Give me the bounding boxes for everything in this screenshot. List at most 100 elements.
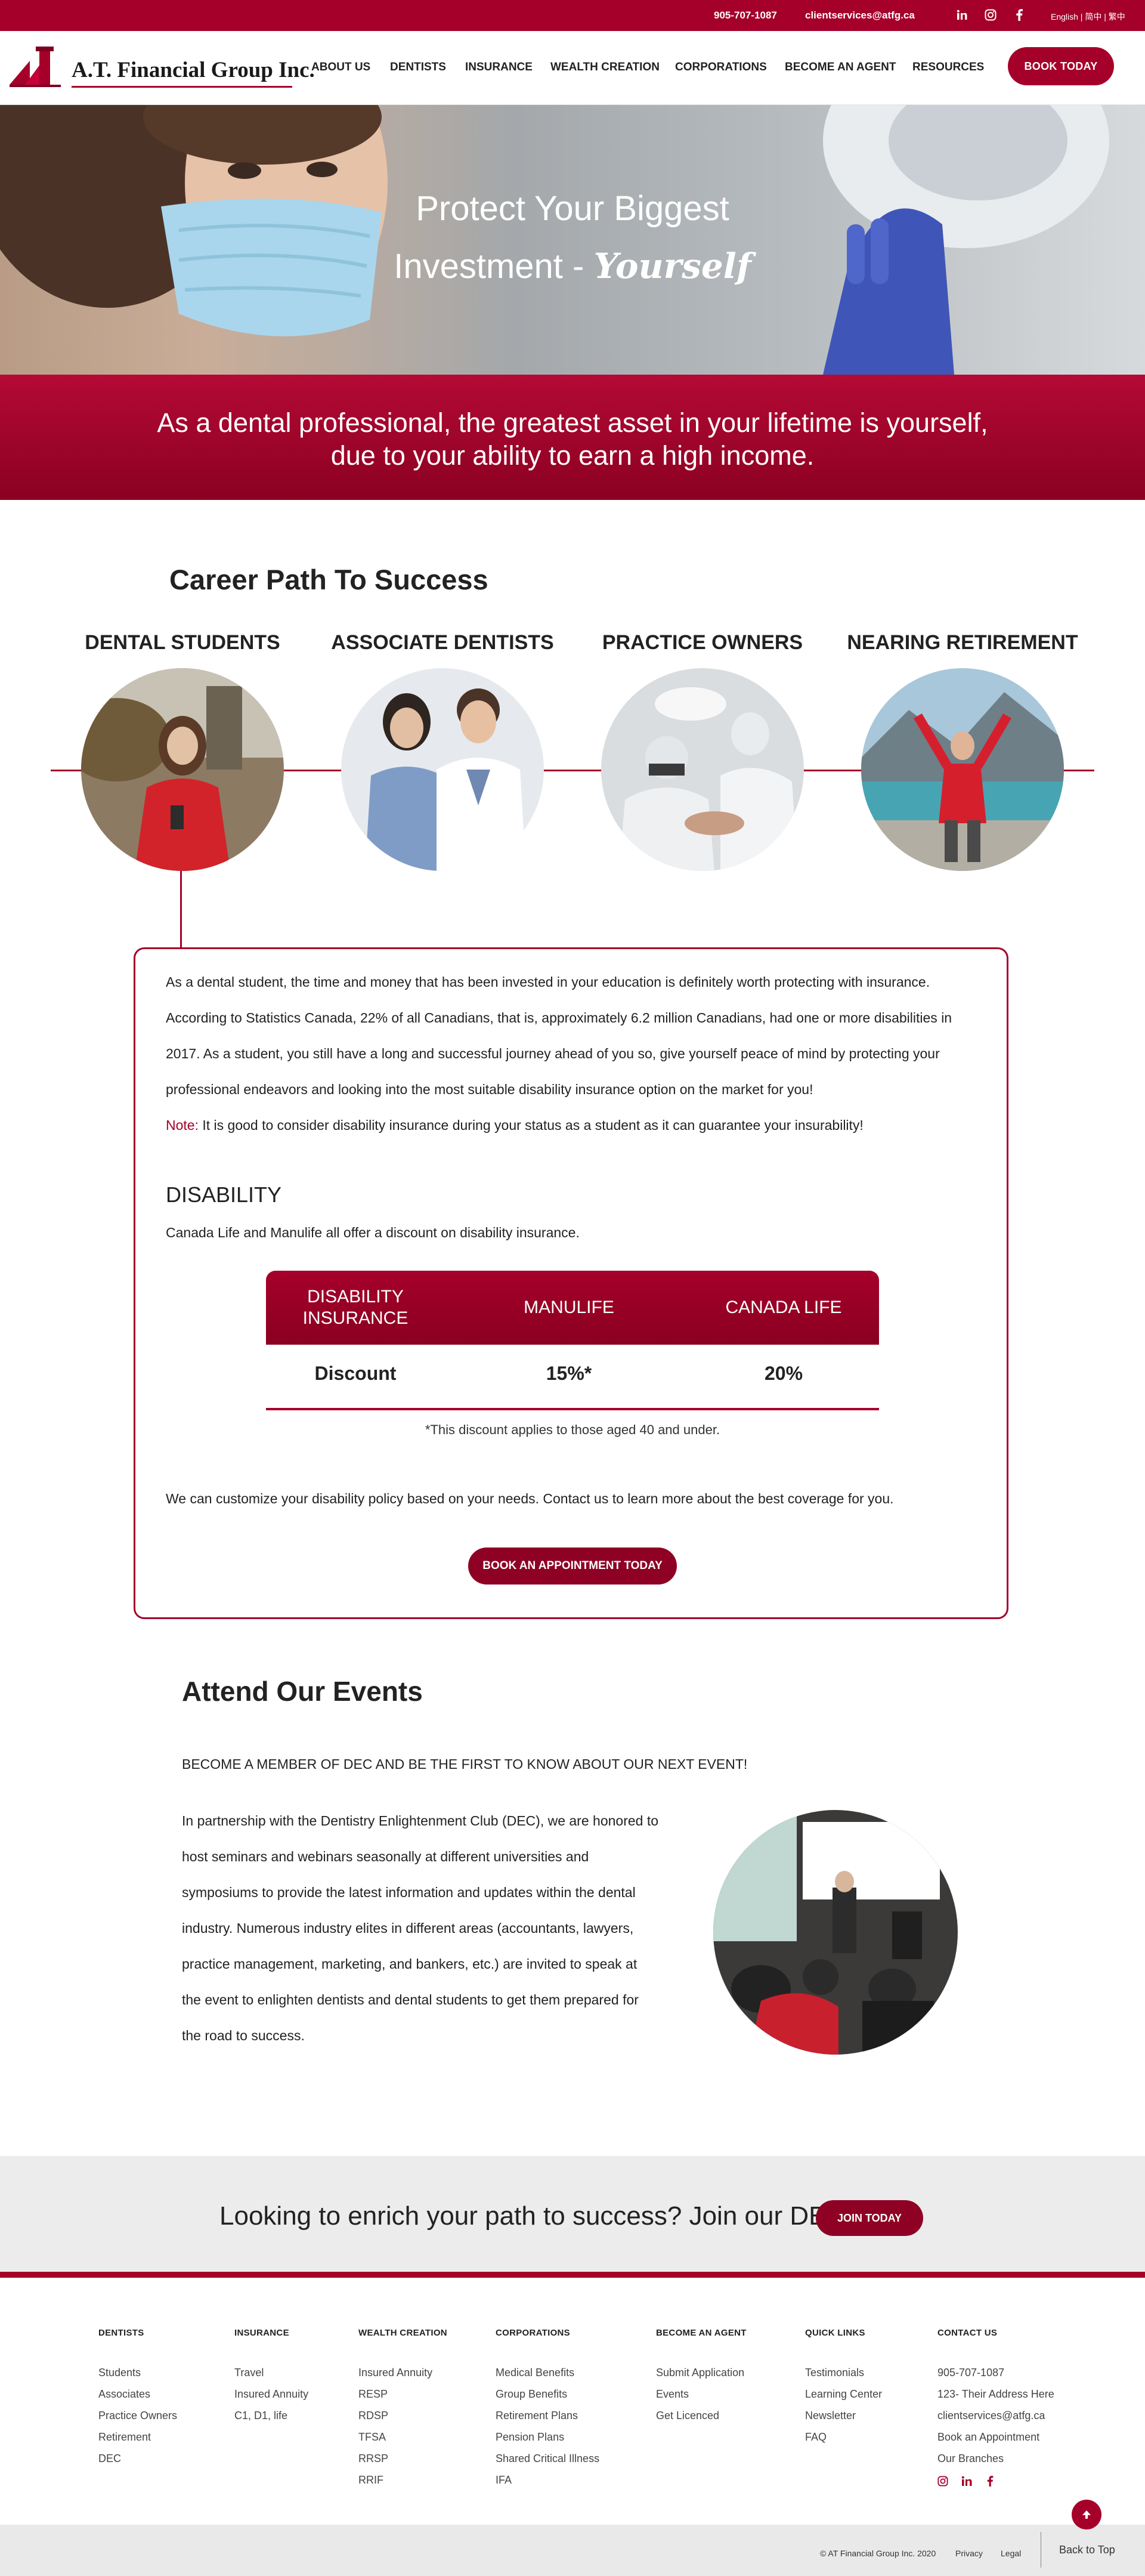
- nav-corporations[interactable]: CORPORATIONS: [675, 61, 767, 74]
- footer-col-dentists: DENTISTS Students Associates Practice Ow…: [98, 2328, 177, 2469]
- footer-heading: CORPORATIONS: [496, 2328, 570, 2338]
- hero-title-script: Yourself: [593, 246, 751, 286]
- footer-link[interactable]: Practice Owners: [98, 2405, 177, 2426]
- cta-text: Looking to enrich your path to success? …: [219, 2201, 853, 2231]
- footer-link[interactable]: Learning Center: [805, 2383, 882, 2405]
- footer-link[interactable]: FAQ: [805, 2426, 882, 2448]
- footer-link[interactable]: Group Benefits: [496, 2383, 599, 2405]
- footer-link[interactable]: DEC: [98, 2448, 177, 2469]
- disability-intro: Canada Life and Manulife all offer a dis…: [166, 1225, 580, 1240]
- events-subtitle: BECOME A MEMBER OF DEC AND BE THE FIRST …: [182, 1756, 748, 1772]
- footer-link[interactable]: Associates: [98, 2383, 177, 2405]
- stage-image-practice-owners[interactable]: [601, 668, 804, 871]
- nav-insurance[interactable]: INSURANCE: [465, 61, 533, 74]
- stage-label-nearing-retirement[interactable]: NEARING RETIREMENT: [843, 631, 1082, 654]
- footer-heading: INSURANCE: [234, 2328, 289, 2338]
- footer-link[interactable]: Pension Plans: [496, 2426, 599, 2448]
- footer-link[interactable]: Retirement Plans: [496, 2405, 599, 2426]
- join-today-button[interactable]: JOIN TODAY: [816, 2200, 923, 2236]
- table-header-canada-life: CANADA LIFE: [725, 1298, 842, 1317]
- footer-contact-email[interactable]: clientservices@atfg.ca: [937, 2405, 1054, 2426]
- banner-line1: As a dental professional, the greatest a…: [157, 407, 988, 438]
- nav-wealth-creation[interactable]: WEALTH CREATION: [550, 61, 660, 74]
- footer-link[interactable]: Events: [656, 2383, 747, 2405]
- facebook-icon[interactable]: [986, 2476, 998, 2488]
- back-to-top-button[interactable]: [1072, 2500, 1101, 2529]
- footer-heading: QUICK LINKS: [805, 2328, 865, 2338]
- nav-become-an-agent[interactable]: BECOME AN AGENT: [785, 61, 896, 74]
- linkedin-icon[interactable]: [954, 7, 970, 23]
- note-label: Note:: [166, 1117, 199, 1133]
- footer-link[interactable]: Testimonials: [805, 2362, 882, 2383]
- footer-contact-address: 123- Their Address Here: [937, 2388, 1054, 2400]
- logo-underline: [72, 86, 292, 88]
- footer-contact-phone[interactable]: 905-707-1087: [937, 2362, 1054, 2383]
- footer-link[interactable]: Submit Application: [656, 2362, 747, 2383]
- footer-link[interactable]: RRSP: [358, 2448, 447, 2469]
- nav-dentists[interactable]: DENTISTS: [390, 61, 446, 74]
- footer-link[interactable]: C1, D1, life: [234, 2405, 308, 2426]
- footer-link[interactable]: Insured Annuity: [234, 2383, 308, 2405]
- table-footnote: *This discount applies to those aged 40 …: [425, 1422, 720, 1437]
- footer-link[interactable]: Medical Benefits: [496, 2362, 599, 2383]
- nav-about-us[interactable]: ABOUT US: [311, 61, 370, 74]
- main-header: A.T. Financial Group Inc. ABOUT US DENTI…: [0, 31, 1145, 105]
- company-logo[interactable]: A.T. Financial Group Inc.: [10, 43, 315, 91]
- footer-link[interactable]: Travel: [234, 2362, 308, 2383]
- footer-bottom-bar: © AT Financial Group Inc. 2020 Privacy L…: [0, 2525, 1145, 2576]
- footer-link[interactable]: Shared Critical Illness: [496, 2448, 599, 2469]
- table-header-disability-insurance: DISABILITY INSURANCE: [302, 1287, 409, 1328]
- logo-mark-icon: [10, 47, 61, 87]
- book-appointment-button[interactable]: BOOK AN APPOINTMENT TODAY: [468, 1548, 677, 1584]
- instagram-icon[interactable]: [937, 2476, 949, 2488]
- back-to-top-label[interactable]: Back to Top: [1059, 2544, 1115, 2556]
- top-email-link[interactable]: clientservices@atfg.ca: [805, 10, 915, 21]
- events-image: [713, 1810, 958, 2055]
- hero-title-line2: Investment - Yourself: [0, 246, 1145, 286]
- career-path-title: Career Path To Success: [169, 564, 488, 595]
- stage-image-nearing-retirement[interactable]: [861, 668, 1064, 871]
- footer-link[interactable]: Students: [98, 2362, 177, 2383]
- footer-link[interactable]: RRIF: [358, 2469, 447, 2491]
- footer-col-insurance: INSURANCE Travel Insured Annuity C1, D1,…: [234, 2328, 308, 2426]
- stage-image-associate-dentists[interactable]: [341, 668, 544, 871]
- stage-label-dental-students[interactable]: DENTAL STUDENTS: [63, 631, 302, 654]
- footer-link[interactable]: Get Licenced: [656, 2405, 747, 2426]
- footer-link[interactable]: RESP: [358, 2383, 447, 2405]
- events-body: In partnership with the Dentistry Enligh…: [182, 1813, 659, 2043]
- stage-label-associate-dentists[interactable]: ASSOCIATE DENTISTS: [323, 631, 562, 654]
- footer-link[interactable]: Insured Annuity: [358, 2362, 447, 2383]
- students-paragraph: As a dental student, the time and money …: [166, 974, 952, 1097]
- hero-title-prefix: Investment -: [394, 247, 594, 286]
- arrow-up-icon: [1082, 2510, 1091, 2519]
- language-switcher[interactable]: English | 简中 | 繁中: [1051, 11, 1125, 23]
- stage-image-dental-students[interactable]: [81, 668, 284, 871]
- footer-link[interactable]: RDSP: [358, 2405, 447, 2426]
- events-title: Attend Our Events: [182, 1676, 423, 1707]
- table-bottom-rule: [266, 1408, 879, 1410]
- top-bar: 905-707-1087 clientservices@atfg.ca Engl…: [0, 0, 1145, 31]
- asset-banner: As a dental professional, the greatest a…: [0, 375, 1145, 500]
- copyright-text: © AT Financial Group Inc. 2020: [820, 2549, 936, 2558]
- footer-col-quick-links: QUICK LINKS Testimonials Learning Center…: [805, 2328, 882, 2448]
- privacy-link[interactable]: Privacy: [955, 2549, 983, 2558]
- top-phone-link[interactable]: 905-707-1087: [714, 10, 777, 21]
- banner-line2: due to your ability to earn a high incom…: [330, 440, 815, 471]
- footer-link[interactable]: IFA: [496, 2469, 599, 2491]
- footer-link[interactable]: Retirement: [98, 2426, 177, 2448]
- legal-link[interactable]: Legal: [1001, 2549, 1021, 2558]
- footer-link[interactable]: Newsletter: [805, 2405, 882, 2426]
- footer-link[interactable]: TFSA: [358, 2426, 447, 2448]
- linkedin-icon[interactable]: [961, 2476, 973, 2488]
- facebook-icon[interactable]: [1011, 7, 1027, 23]
- footer-our-branches-link[interactable]: Our Branches: [937, 2448, 1054, 2469]
- stage-label-practice-owners[interactable]: PRACTICE OWNERS: [583, 631, 822, 654]
- footer-book-appointment-link[interactable]: Book an Appointment: [937, 2426, 1054, 2448]
- footer-col-corporations: CORPORATIONS Medical Benefits Group Bene…: [496, 2328, 599, 2491]
- nav-resources[interactable]: RESOURCES: [912, 61, 984, 74]
- customize-text: We can customize your disability policy …: [166, 1491, 894, 1506]
- logo-text: A.T. Financial Group Inc.: [72, 58, 315, 82]
- footer-col-contact-us: CONTACT US 905-707-1087 123- Their Addre…: [937, 2328, 1054, 2469]
- instagram-icon[interactable]: [983, 7, 998, 23]
- book-today-button[interactable]: BOOK TODAY: [1008, 47, 1114, 85]
